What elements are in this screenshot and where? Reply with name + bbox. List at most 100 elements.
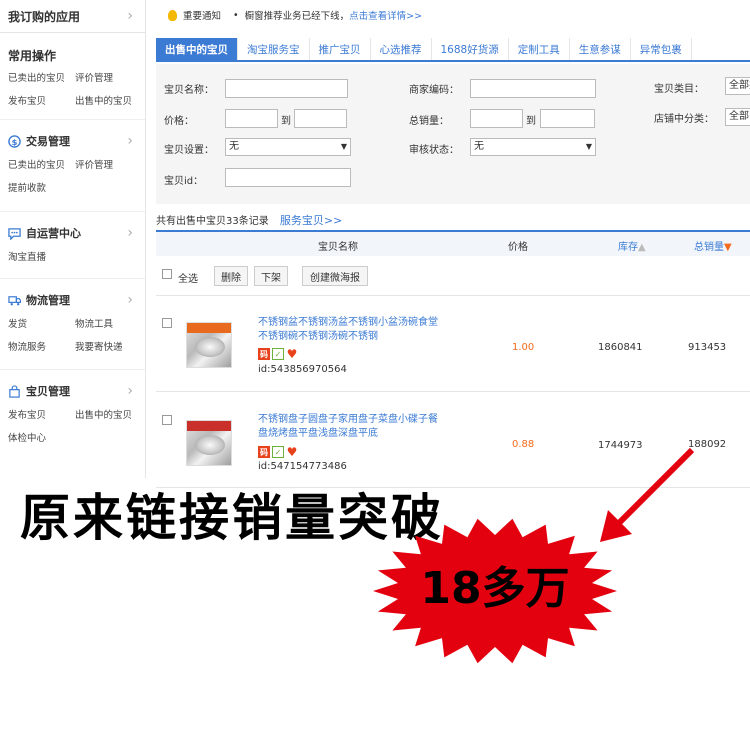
sales-to-label: 到 [526,116,536,127]
sidebar-link[interactable]: 物流服务 [8,339,75,353]
shop-category-label: 店铺中分类： [654,114,714,125]
bag-icon [9,384,20,398]
price-max-input[interactable] [294,109,347,128]
sidebar-link[interactable]: 淘宝直播 [8,249,75,263]
thumbnail-band [187,421,231,431]
sidebar-link[interactable]: 已卖出的宝贝 [8,70,75,84]
price-label: 价格： [164,116,194,127]
filter-panel: 宝贝名称： 商家编码： 宝贝类目： 全部类 价格： 到 总销量： 到 店铺中分类… [156,64,750,204]
item-setting-select[interactable]: 无 ▼ [225,138,351,156]
chevron-right-icon[interactable]: › [127,292,133,308]
record-count: 共有出售中宝贝33条记录 服务宝贝>> [156,212,342,228]
truck-icon [8,295,21,305]
price-min-input[interactable] [225,109,278,128]
document-check-icon: ✓ [272,446,284,458]
sidebar-title-label: 我订购的应用 [8,9,81,24]
service-items-link[interactable]: 服务宝贝>> [280,214,342,227]
tab-1688[interactable]: 1688好货源 [432,38,509,60]
chevron-right-icon[interactable]: › [127,383,133,399]
shop-category-select[interactable]: 全部 [725,108,750,126]
product-title-link[interactable]: 不锈钢盆不锈钢汤盆不锈钢小盆汤碗食堂不锈钢碗不锈钢汤碗不锈钢 [258,316,444,344]
product-badges: 码 ✓ ♥ [258,347,298,361]
select-all-label: 全选 [178,274,198,285]
row-checkbox[interactable] [162,415,172,425]
col-sales-header[interactable]: 总销量▼ [694,238,732,253]
select-all-checkbox[interactable] [162,269,172,279]
tab-curated[interactable]: 心选推荐 [371,38,432,60]
category-label: 宝贝类目： [654,84,704,95]
chevron-right-icon[interactable]: › [127,8,133,24]
col-sales-label: 总销量 [694,242,724,253]
create-poster-button[interactable]: 创建微海报 [302,266,368,286]
col-stock-header[interactable]: 库存▲ [618,238,646,253]
thumbnail-band [187,323,231,333]
section-title-label: 自运营中心 [26,227,81,240]
bowl-image [195,337,225,357]
tab-bar: 出售中的宝贝 淘宝服务宝 推广宝贝 心选推荐 1688好货源 定制工具 生意参谋… [156,38,750,62]
col-name-header: 宝贝名称 [318,242,358,253]
sidebar-section-common: 常用操作 已卖出的宝贝 评价管理 发布宝贝 出售中的宝贝 [0,33,145,120]
notice-bar: 重要通知 • 橱窗推荐业务已经下线， 点击查看详情>> [168,8,422,22]
table-row: 不锈钢盆不锈钢汤盆不锈钢小盆汤碗食堂不锈钢碗不锈钢汤碗不锈钢 码 ✓ ♥ id:… [156,300,750,392]
product-title-link[interactable]: 不锈钢盘子圆盘子家用盘子菜盘小碟子餐盘烧烤盘平盘浅盘深盘平底 [258,413,444,441]
tab-abnormal-package[interactable]: 异常包裹 [631,38,692,60]
sidebar-section-title[interactable]: $ 交易管理 › [0,131,145,151]
code-badge: 码 [258,446,270,458]
sales-max-input[interactable] [540,109,595,128]
bullet-icon: • [233,9,239,21]
sidebar-section-title[interactable]: 宝贝管理 › [0,381,145,401]
col-price-header[interactable]: 价格 [508,238,528,253]
sidebar-link[interactable]: 发布宝贝 [8,93,75,107]
sidebar-link[interactable]: 发货 [8,316,75,330]
tab-service[interactable]: 淘宝服务宝 [238,38,310,60]
col-stock-label: 库存 [618,242,638,253]
sidebar-link[interactable]: 出售中的宝贝 [75,407,145,421]
product-thumbnail[interactable] [186,322,232,368]
sidebar-section-title: 常用操作 [0,45,145,65]
sidebar-link[interactable]: 已卖出的宝贝 [8,157,75,171]
tab-business-advisor[interactable]: 生意参谋 [570,38,631,60]
product-sales: 913453 [688,342,727,353]
sidebar-section-items: 宝贝管理 › 发布宝贝 出售中的宝贝 体检中心 [0,370,145,470]
arrow-icon [600,447,695,542]
offshelf-button[interactable]: 下架 [254,266,288,286]
chevron-right-icon[interactable]: › [127,225,133,241]
sidebar-link[interactable]: 评价管理 [75,157,145,171]
sidebar-section-title[interactable]: 自运营中心 › [0,223,145,243]
category-select[interactable]: 全部类 [725,77,750,95]
notice-link[interactable]: 点击查看详情>> [349,8,422,22]
section-title-label: 常用操作 [8,48,57,63]
sidebar-link[interactable]: 体检中心 [8,430,75,444]
sidebar: 我订购的应用 › 常用操作 已卖出的宝贝 评价管理 发布宝贝 出售中的宝贝 $ … [0,0,146,478]
tab-on-sale[interactable]: 出售中的宝贝 [156,38,238,60]
sidebar-link[interactable]: 出售中的宝贝 [75,93,145,107]
sidebar-link[interactable]: 提前收款 [8,180,75,194]
sales-min-input[interactable] [470,109,523,128]
sidebar-section-title[interactable]: 物流管理 › [0,290,145,310]
row-checkbox[interactable] [162,318,172,328]
product-badges: 码 ✓ ♥ [258,445,298,459]
sidebar-title[interactable]: 我订购的应用 › [0,0,145,33]
sidebar-section-logistics: 物流管理 › 发货 物流工具 物流服务 我要寄快递 [0,279,145,370]
tab-promote[interactable]: 推广宝贝 [310,38,371,60]
merchant-code-label: 商家编码： [409,85,459,96]
section-title-label: 交易管理 [26,135,70,148]
category-value: 全部类 [729,80,750,91]
delete-button[interactable]: 删除 [214,266,248,286]
audit-status-select[interactable]: 无 ▼ [470,138,596,156]
audit-status-label: 审核状态： [409,145,459,156]
item-id-label: 宝贝id： [164,176,204,187]
product-id: id:547154773486 [258,461,347,472]
product-thumbnail[interactable] [186,420,232,466]
sidebar-link[interactable]: 我要寄快递 [75,339,145,353]
trade-icon: $ [8,134,21,148]
sidebar-link[interactable]: 评价管理 [75,70,145,84]
merchant-code-input[interactable] [470,79,596,98]
item-name-input[interactable] [225,79,348,98]
sidebar-link[interactable]: 物流工具 [75,316,145,330]
sidebar-link[interactable]: 发布宝贝 [8,407,75,421]
tab-custom-tools[interactable]: 定制工具 [509,38,570,60]
item-id-input[interactable] [225,168,351,187]
chevron-right-icon[interactable]: › [127,133,133,149]
plate-image [195,435,225,455]
